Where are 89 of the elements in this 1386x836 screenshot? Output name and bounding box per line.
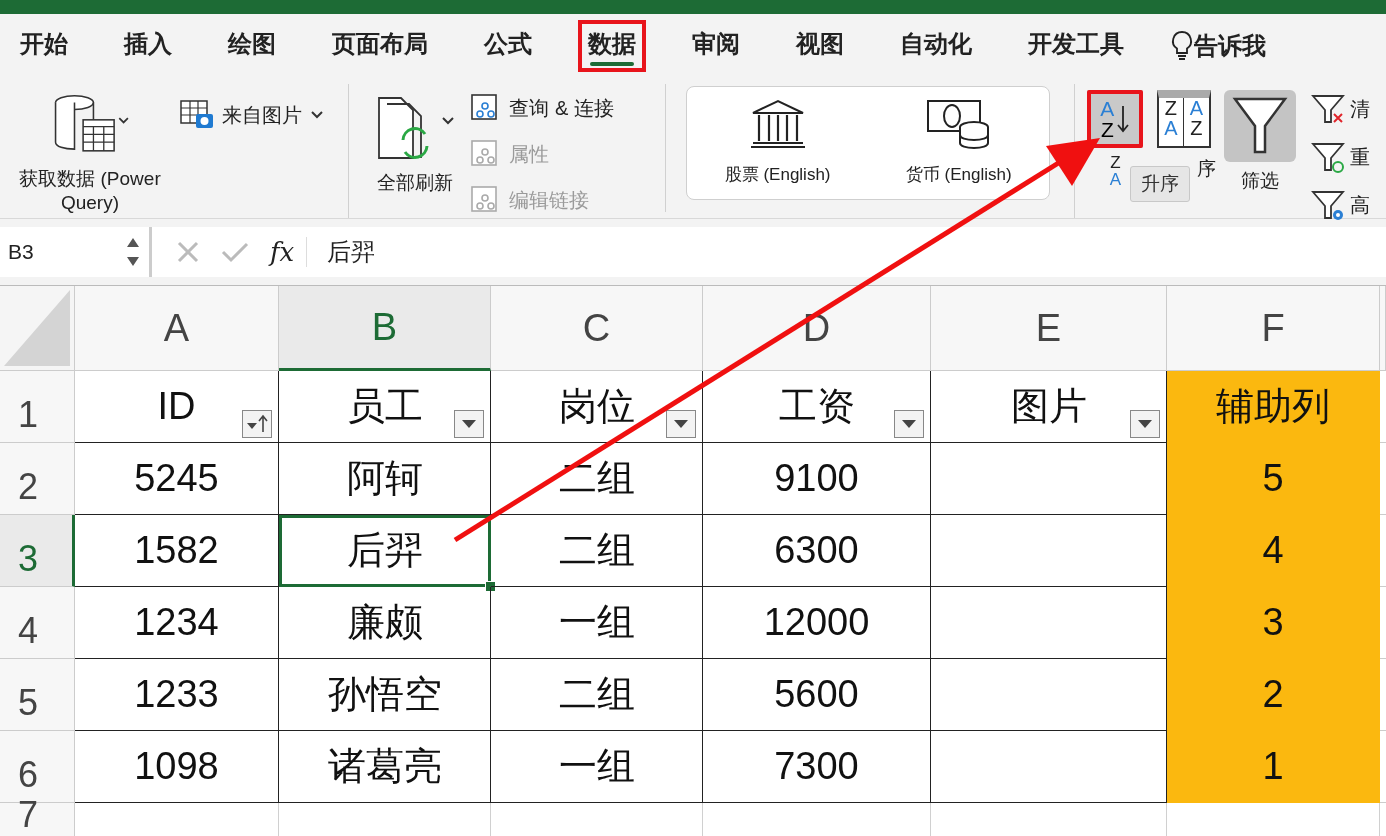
table-cell: 1234 bbox=[75, 587, 279, 659]
ribbon-tab[interactable]: 公式 bbox=[474, 20, 542, 72]
ribbon-tab[interactable]: 页面布局 bbox=[322, 20, 438, 72]
funnel-icon bbox=[1232, 96, 1289, 156]
triangle-icon bbox=[901, 419, 917, 429]
sort-icon[interactable]: Z A A Z bbox=[1156, 90, 1211, 148]
sort-label: 序 bbox=[1197, 157, 1217, 181]
column-header[interactable]: F bbox=[1167, 286, 1380, 371]
table-cell: 图片 bbox=[931, 371, 1167, 443]
data-type-button[interactable]: 股票 (English) bbox=[718, 98, 837, 187]
table-cell: 阿轲 bbox=[279, 443, 491, 515]
sort-ascending-button[interactable]: A Z bbox=[1087, 90, 1144, 148]
table-cell: 廉颇 bbox=[279, 587, 491, 659]
table-cell: 岗位 bbox=[491, 371, 703, 443]
triangle-icon bbox=[461, 419, 477, 429]
query-command-button[interactable]: 查询 & 连接 bbox=[469, 90, 614, 126]
table-cell: 工资 bbox=[703, 371, 931, 443]
refresh-all-button[interactable]: 全部刷新 bbox=[369, 90, 462, 212]
sort-filter-button[interactable] bbox=[242, 410, 272, 438]
table-cell: 二组 bbox=[491, 659, 703, 731]
table-cell: 6300 bbox=[703, 515, 931, 587]
row-header[interactable]: 7 bbox=[0, 803, 75, 836]
triangle-icon bbox=[1137, 419, 1153, 429]
table-cell: 二组 bbox=[491, 515, 703, 587]
filter-dropdown-button[interactable] bbox=[666, 410, 696, 438]
row-header[interactable]: 2 bbox=[0, 443, 75, 515]
down-arrow-icon bbox=[1116, 104, 1131, 134]
ribbon-tab[interactable]: 视图 bbox=[786, 20, 854, 72]
filter-icon[interactable] bbox=[1310, 92, 1347, 126]
table-cell: ID bbox=[75, 371, 279, 443]
table-cell: 一组 bbox=[491, 587, 703, 659]
filter-tool-button[interactable]: 高 bbox=[1310, 186, 1371, 224]
column-header[interactable]: C bbox=[491, 286, 703, 371]
table-cell: 2 bbox=[1167, 659, 1380, 731]
sort-descending-icon[interactable]: Z A bbox=[1109, 154, 1122, 188]
sort-arrow-icon bbox=[245, 414, 269, 434]
tooltip: 升序 bbox=[1130, 166, 1190, 202]
filter-dropdown-button[interactable] bbox=[894, 410, 924, 438]
table-cell: 5600 bbox=[703, 659, 931, 731]
check-icon[interactable] bbox=[220, 240, 250, 264]
table-cell: 1233 bbox=[75, 659, 279, 731]
row-header[interactable]: 5 bbox=[0, 659, 75, 731]
filter-dropdown-button[interactable] bbox=[1130, 410, 1160, 438]
money-icon bbox=[925, 97, 992, 149]
formula-input[interactable]: 后羿 bbox=[327, 236, 376, 268]
table-cell: 5 bbox=[1167, 443, 1380, 515]
data-type-button[interactable]: 货币 (English) bbox=[899, 96, 1018, 187]
table-cell: 12000 bbox=[703, 587, 931, 659]
ribbon-tab[interactable]: 绘图 bbox=[218, 20, 286, 72]
table-cell: 7300 bbox=[703, 731, 931, 803]
table-cell: 员工 bbox=[279, 371, 491, 443]
lightbulb-icon[interactable] bbox=[1170, 30, 1194, 62]
ribbon-tab[interactable]: 审阅 bbox=[682, 20, 750, 72]
ribbon-tab[interactable]: 数据 bbox=[578, 20, 646, 72]
table-cell: 1 bbox=[1167, 731, 1380, 803]
filter-dropdown-button[interactable] bbox=[454, 410, 484, 438]
tell-me-button[interactable]: 告诉我 bbox=[1194, 30, 1266, 62]
row-header[interactable]: 4 bbox=[0, 587, 75, 659]
ribbon-tab[interactable]: 自动化 bbox=[890, 20, 982, 72]
column-header[interactable]: A bbox=[75, 286, 279, 371]
table-cell: 5245 bbox=[75, 443, 279, 515]
ribbon-tab[interactable]: 开始 bbox=[10, 20, 78, 72]
table-cell: 9100 bbox=[703, 443, 931, 515]
ribbon-tab[interactable]: 插入 bbox=[114, 20, 182, 72]
name-box[interactable]: B3 bbox=[0, 227, 152, 277]
table-cell: 孙悟空 bbox=[279, 659, 491, 731]
column-header[interactable]: B bbox=[279, 286, 491, 371]
table-cell: 3 bbox=[1167, 587, 1380, 659]
caret-icon bbox=[310, 110, 324, 120]
triangle-icon bbox=[673, 419, 689, 429]
table-cell: 诸葛亮 bbox=[279, 731, 491, 803]
from-picture-button[interactable]: 来自图片 bbox=[180, 98, 324, 132]
get-data-button[interactable]: 获取数据 (Power Query) bbox=[0, 90, 180, 218]
filter-tool-button[interactable]: 重 bbox=[1310, 138, 1371, 176]
column-header[interactable]: E bbox=[931, 286, 1167, 371]
filter-icon[interactable] bbox=[1310, 188, 1347, 222]
table-cell: 1098 bbox=[75, 731, 279, 803]
table-cell: 1582 bbox=[75, 515, 279, 587]
table-cell: 一组 bbox=[491, 731, 703, 803]
table-cell: 4 bbox=[1167, 515, 1380, 587]
function-button[interactable]: fx bbox=[270, 237, 308, 267]
ribbon-tab[interactable]: 开发工具 bbox=[1018, 20, 1134, 72]
row-header[interactable]: 3 bbox=[0, 515, 75, 587]
table-cell: 辅助列 bbox=[1167, 371, 1380, 443]
bank-icon bbox=[748, 99, 807, 149]
filter-icon[interactable] bbox=[1310, 140, 1347, 174]
picture-table-icon bbox=[180, 100, 214, 130]
row-header[interactable]: 1 bbox=[0, 371, 75, 443]
filter-tool-button[interactable]: 清 bbox=[1310, 90, 1371, 128]
